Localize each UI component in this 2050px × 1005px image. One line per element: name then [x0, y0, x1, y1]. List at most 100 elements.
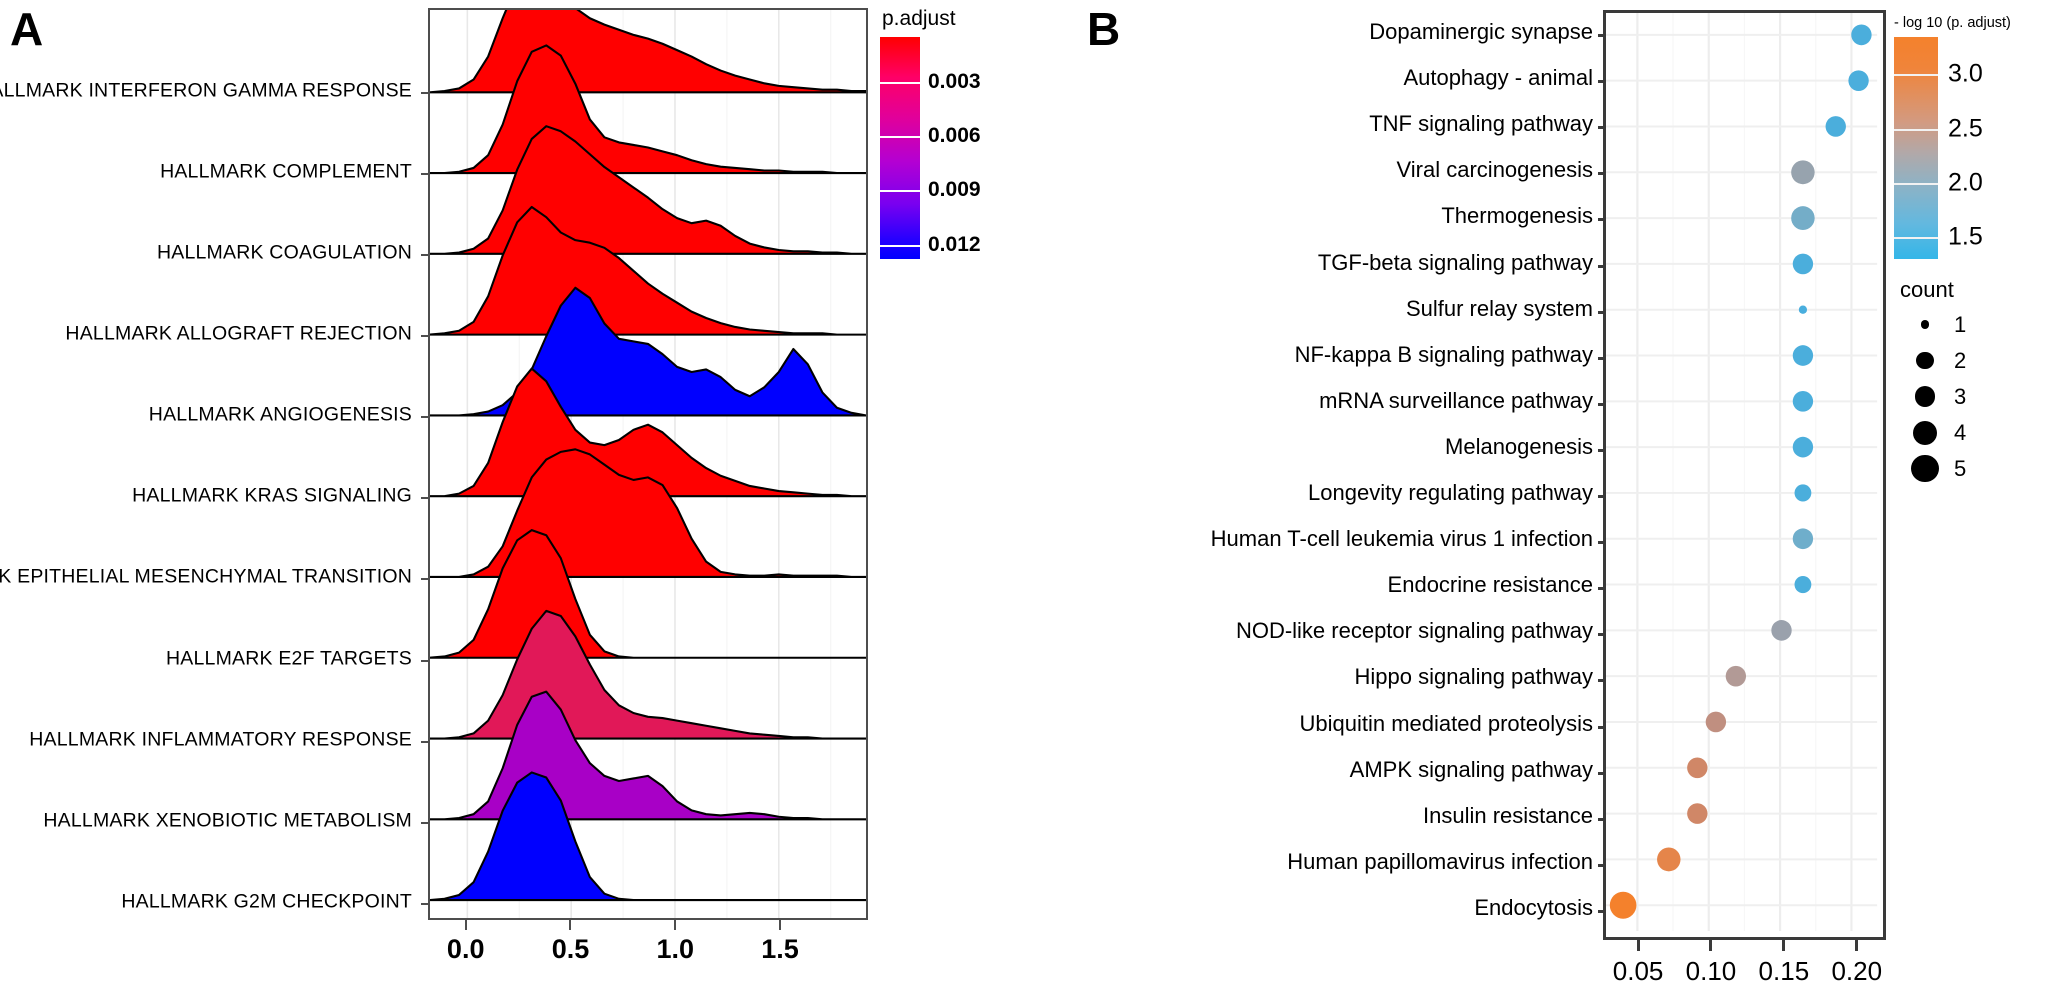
dotplot-y-tick: [1598, 863, 1606, 867]
p-adjust-legend-tick: [880, 244, 920, 247]
dotplot-svg: [1606, 13, 1878, 932]
dotplot-category-label: Endocrine resistance: [1387, 572, 1593, 598]
p-adjust-legend-tick: [880, 82, 920, 85]
dotplot-category-label: Sulfur relay system: [1405, 295, 1593, 321]
dotplot-y-tick: [1598, 910, 1606, 913]
dotplot-legends: - log 10 (p. adjust) 3.0 2.5 2.0 1.5 count …: [1892, 8, 2050, 487]
dotplot-category-label: NF-kappa B signaling pathway: [1294, 341, 1593, 367]
p-adjust-colorbar-wrap: 0.003 0.006 0.009 0.012: [880, 37, 1000, 259]
count-legend-row: 3: [1896, 379, 2050, 415]
dotplot-y-tick: [1598, 356, 1606, 360]
count-legend-dot-cell: [1896, 420, 1954, 445]
ridgeline-y-tick: [421, 659, 430, 662]
dotplot-category-label: Ubiquitin mediated proteolysis: [1299, 710, 1594, 736]
logp-legend-tick: [1894, 128, 1938, 131]
ridgeline-category-label: HALLMARK XENOBIOTIC METABOLISM: [43, 809, 412, 832]
ridgeline-y-tick: [421, 172, 430, 175]
dotplot-category-label: NOD-like receptor signaling pathway: [1235, 618, 1593, 644]
dotplot-y-tick: [1598, 34, 1606, 37]
logp-legend-tick-label: 2.0: [1948, 168, 1983, 197]
ridgeline-plot-area: [421, 8, 868, 920]
ridgeline-y-axis-labels: HALLMARK INTERFERON GAMMA RESPONSE HALLMA…: [0, 0, 420, 935]
ridgeline-y-tick: [421, 821, 430, 824]
ridgeline-category-label: HALLMARK ANGIOGENESIS: [148, 403, 412, 426]
ridgeline-x-tick: [779, 920, 781, 930]
ridgeline-category-label: HALLMARK INFLAMMATORY RESPONSE: [29, 728, 412, 751]
p-adjust-legend-tick-label: 0.003: [928, 70, 981, 94]
dotplot-y-tick: [1598, 402, 1606, 406]
dotplot-plot-area: [1598, 10, 1886, 940]
panel-a-ridgeline: A HALLMARK INTERFERON GAMMA RESPONSE HALL…: [0, 0, 1020, 1005]
count-legend-dot-cell: [1896, 320, 1954, 329]
count-legend-label: 2: [1954, 347, 1967, 373]
p-adjust-legend-tick-label: 0.009: [928, 178, 981, 202]
count-legend-title: count: [1900, 276, 1954, 302]
dotplot-category-label: Hippo signaling pathway: [1354, 664, 1594, 690]
dotplot-y-tick: [1598, 771, 1606, 775]
logp-legend-tick-label: 3.0: [1948, 59, 1983, 88]
ridgeline-y-tick: [421, 335, 430, 338]
ridgeline-x-axis: 0.0 0.5 1.0 1.5: [428, 920, 868, 990]
dotplot-category-label: Autophagy - animal: [1403, 65, 1593, 91]
dotplot-y-tick: [1598, 725, 1606, 729]
dotplot-y-tick: [1598, 448, 1606, 452]
p-adjust-legend-tick-label: 0.012: [928, 232, 981, 256]
dotplot-y-tick: [1598, 218, 1606, 222]
dotplot-category-label: AMPK signaling pathway: [1349, 756, 1593, 782]
logp-legend-tick-label: 1.5: [1948, 222, 1983, 251]
dotplot-x-tick-label: 0.20: [1831, 956, 1883, 986]
p-adjust-legend-tick-label: 0.006: [928, 124, 981, 148]
count-legend-dot: [1913, 420, 1937, 445]
p-adjust-colorbar: [880, 37, 920, 259]
ridgeline-x-tick-label: 0.5: [551, 934, 590, 964]
dotplot-y-tick: [1598, 817, 1606, 821]
p-adjust-legend: p.adjust 0.003 0.006 0.009 0.012: [880, 8, 1020, 259]
ridgeline-y-tick: [421, 416, 430, 419]
dotplot-x-tick-label: 0.15: [1758, 956, 1810, 986]
dotplot-y-tick: [1598, 495, 1606, 499]
count-legend-dot-cell: [1896, 351, 1954, 370]
dotplot-y-tick: [1598, 633, 1606, 637]
logp-legend-tick: [1894, 74, 1938, 77]
count-legend-dot-cell: [1896, 454, 1954, 483]
count-legend-row: 4: [1896, 415, 2050, 451]
dotplot-x-tick: [1855, 940, 1859, 951]
panel-b-dotplot: B Dopaminergic synapse Autophagy - animal…: [1020, 0, 2050, 1005]
ridgeline-x-tick-label: 1.5: [761, 934, 799, 964]
dotplot-category-label: Thermogenesis: [1441, 203, 1593, 229]
count-legend-label: 3: [1954, 383, 1967, 409]
ridgeline-category-label: HALLMARK COMPLEMENT: [160, 160, 412, 183]
dotplot-y-tick: [1598, 541, 1606, 545]
dotplot-y-tick: [1598, 264, 1606, 268]
dotplot-y-tick: [1598, 310, 1606, 314]
logp-legend-tick: [1894, 182, 1938, 185]
ridgeline-y-tick: [421, 903, 430, 905]
dotplot-x-tick: [1782, 940, 1786, 951]
count-legend-label: 1: [1954, 311, 1967, 337]
dotplot-category-label: Insulin resistance: [1423, 802, 1593, 828]
dotplot-y-tick: [1598, 587, 1606, 591]
dotplot-category-label: mRNA surveillance pathway: [1319, 387, 1593, 413]
ridgeline-y-tick: [421, 253, 430, 256]
p-adjust-legend-title: p.adjust: [882, 7, 956, 30]
count-legend-row: 2: [1896, 343, 2050, 379]
logp-colorbar-wrap: 3.0 2.5 2.0 1.5: [1892, 36, 2042, 259]
ridgeline-svg: [430, 10, 866, 918]
dotplot-y-tick: [1598, 679, 1606, 683]
ridgeline-x-tick: [464, 920, 467, 930]
count-legend-row: 5: [1896, 451, 2050, 487]
ridgeline-category-label: HALLMARK G2M CHECKPOINT: [121, 890, 412, 913]
dotplot-category-label: Endocytosis: [1474, 895, 1593, 920]
dotplot-category-label: Dopaminergic synapse: [1369, 19, 1593, 44]
ridgeline-category-label: HALLMARK EPITHELIAL MESENCHYMAL TRANSITI…: [0, 565, 412, 588]
count-legend-dot: [1914, 386, 1936, 407]
logp-legend-title: - log 10 (p. adjust): [1894, 15, 2011, 31]
dotplot-x-tick-label: 0.10: [1685, 956, 1737, 986]
dotplot-category-label: Human papillomavirus infection: [1287, 848, 1593, 874]
count-legend-row: 1: [1896, 307, 2050, 343]
ridgeline-category-label: HALLMARK COAGULATION: [156, 241, 412, 264]
p-adjust-legend-tick: [880, 190, 920, 193]
dotplot-x-tick: [1636, 940, 1640, 951]
ridgeline-x-tick-label: 1.0: [656, 934, 695, 964]
dotplot-y-tick: [1598, 172, 1606, 176]
